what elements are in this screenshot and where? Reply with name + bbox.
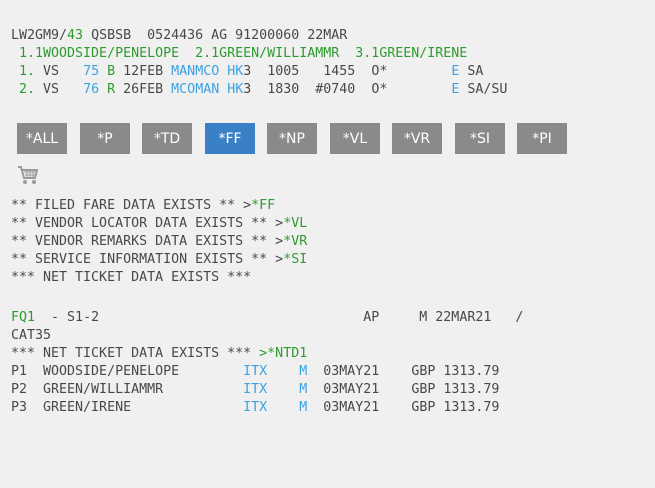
command-link[interactable]: *VR [283,234,307,249]
text-segment: 1. [11,64,36,79]
pnr-line: 2. VS 76 R 26FEB MCOMAN HK3 1830 #0740 O… [11,81,507,99]
text-segment: ** VENDOR REMARKS DATA EXISTS ** > [11,234,284,249]
text-segment: QSBSB 0524436 AG 91200060 22MAR [83,28,348,43]
text-segment: - S1-2 AP M 22MAR21 / [35,310,524,325]
command-link[interactable]: *VL [283,216,307,231]
text-segment: 1.1WOODSIDE/PENELOPE 2.1GREEN/WILLIAMMR … [11,46,468,61]
notice-line: ** SERVICE INFORMATION EXISTS ** >*SI [11,251,307,269]
text-segment: R [107,82,116,97]
command-button-all[interactable]: *ALL [17,123,67,154]
text-segment: 3 1005 1455 O* [243,64,452,79]
command-link[interactable]: >*NTD1 [259,346,307,361]
text-segment: ** FILED FARE DATA EXISTS ** > [11,198,252,213]
notice-line: ** VENDOR LOCATOR DATA EXISTS ** >*VL [11,215,307,233]
command-button-p[interactable]: *P [80,123,130,154]
notice-line: ** VENDOR REMARKS DATA EXISTS ** >*VR [11,233,307,251]
text-segment: 76 [83,82,100,97]
text-segment: MANMCO HK [171,64,244,79]
command-link[interactable]: FQ1 [11,310,35,325]
text-segment [99,64,107,79]
fare-line: P3 GREEN/IRENE ITX M 03MAY21 GBP 1313.79 [11,399,499,417]
text-segment: *** NET TICKET DATA EXISTS *** [11,270,252,285]
text-segment [267,382,299,397]
fare-line: P2 GREEN/WILLIAMMR ITX M 03MAY21 GBP 131… [11,381,499,399]
text-segment [267,400,299,415]
text-segment: VS [35,64,84,79]
notice-line: *** NET TICKET DATA EXISTS *** [11,269,251,287]
text-segment: ** SERVICE INFORMATION EXISTS ** > [11,252,284,267]
pnr-line: 1.1WOODSIDE/PENELOPE 2.1GREEN/WILLIAMMR … [11,45,467,63]
notice-line: ** FILED FARE DATA EXISTS ** >*FF [11,197,275,215]
command-button-pi[interactable]: *PI [517,123,567,154]
command-button-td[interactable]: *TD [142,123,192,154]
command-button-si[interactable]: *SI [455,123,505,154]
text-segment [267,364,299,379]
command-button-np[interactable]: *NP [267,123,317,154]
text-segment: 03MAY21 GBP 1313.79 [307,364,500,379]
text-segment: P3 GREEN/IRENE [11,400,244,415]
text-segment: P2 GREEN/WILLIAMMR [11,382,244,397]
command-link[interactable]: *FF [251,198,275,213]
command-link[interactable]: *SI [283,252,307,267]
text-segment: P1 WOODSIDE/PENELOPE [11,364,244,379]
text-segment: CAT35 [11,328,52,343]
text-segment: ITX [243,400,268,415]
text-segment: MCOMAN HK [171,82,244,97]
text-segment: 12FEB [115,64,172,79]
text-segment: 2. [11,82,36,97]
shopping-cart-icon[interactable] [17,164,39,186]
text-segment: 43 [67,28,84,43]
text-segment: ** VENDOR LOCATOR DATA EXISTS ** > [11,216,284,231]
text-segment: 75 [83,64,100,79]
text-segment: SA/SU [459,82,508,97]
fare-line: CAT35 [11,327,51,345]
fare-line: *** NET TICKET DATA EXISTS *** >*NTD1 [11,345,307,363]
text-segment [99,82,107,97]
text-segment: B [107,64,116,79]
fare-line: P1 WOODSIDE/PENELOPE ITX M 03MAY21 GBP 1… [11,363,499,381]
text-segment: ITX [243,364,268,379]
text-segment: 3 1830 #0740 O* [243,82,452,97]
text-segment: ITX [243,382,268,397]
text-segment: 26FEB [115,82,172,97]
text-segment: 03MAY21 GBP 1313.79 [307,382,500,397]
command-button-vr[interactable]: *VR [392,123,442,154]
pnr-line: LW2GM9/43 QSBSB 0524436 AG 91200060 22MA… [11,27,347,45]
text-segment: VS [35,82,84,97]
command-button-ff[interactable]: *FF [205,123,255,154]
text-segment: 03MAY21 GBP 1313.79 [307,400,500,415]
text-segment: *** NET TICKET DATA EXISTS *** [11,346,260,361]
text-segment: SA [459,64,484,79]
command-button-vl[interactable]: *VL [330,123,380,154]
text-segment: LW2GM9/ [11,28,68,43]
pnr-line: 1. VS 75 B 12FEB MANMCO HK3 1005 1455 O*… [11,63,483,81]
fare-line: FQ1 - S1-2 AP M 22MAR21 / [11,309,523,327]
